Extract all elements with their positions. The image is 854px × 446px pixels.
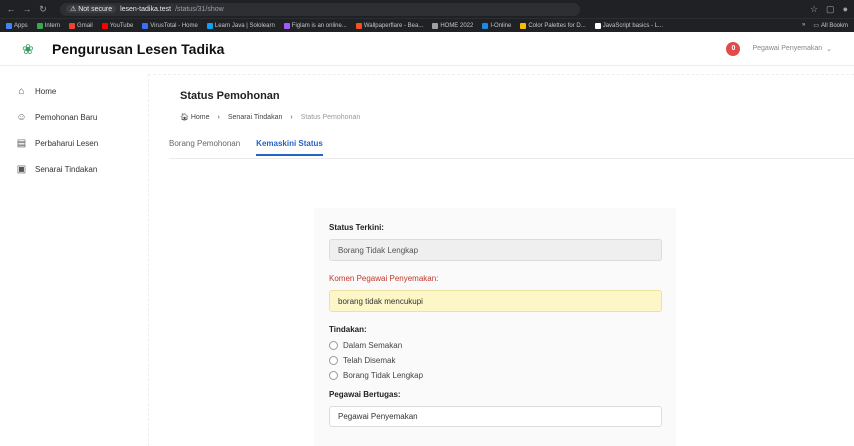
app-header: ❀ Pengurusan Lesen Tadika 0 Pegawai Peny… — [0, 32, 854, 66]
bookmark[interactable]: Figlam is an online... — [283, 22, 347, 29]
bookmark[interactable]: I-Online — [482, 22, 511, 29]
bookmark[interactable]: Apps — [6, 22, 28, 29]
bookmark[interactable]: HOME 2022 — [432, 22, 473, 29]
sidebar-item-label: Pemohonan Baru — [35, 112, 98, 122]
all-bookmarks[interactable]: ▭ All Bookm — [813, 22, 848, 30]
bookmark[interactable]: YouTube — [101, 22, 133, 29]
clipboard-icon: ▣ — [16, 163, 27, 175]
comment-field[interactable]: borang tidak mencukupi — [329, 290, 662, 312]
card-icon: ▤ — [16, 137, 27, 149]
home-icon: 🏠︎ — [180, 114, 189, 121]
folder-icon: ▭ — [813, 23, 819, 29]
tab-bar: Borang Pemohonan Kemaskini Status — [169, 139, 854, 159]
address-bar[interactable]: ⚠ Not secure lesen-tadika.test/status/31… — [60, 2, 580, 16]
tab-borang-pemohonan[interactable]: Borang Pemohonan — [169, 139, 240, 154]
app-title: Pengurusan Lesen Tadika — [52, 40, 225, 57]
more-bookmarks-icon[interactable]: » — [802, 22, 805, 29]
sidebar-item-pemohonan-baru[interactable]: ☺ Pemohonan Baru — [16, 104, 148, 130]
bookmark[interactable]: Intern — [36, 22, 60, 29]
notification-badge[interactable]: 0 — [726, 41, 741, 56]
sidebar-item-home[interactable]: ⌂ Home — [16, 78, 148, 104]
bookmarks-bar: Apps Intern Gmail YouTube VirusTotal - H… — [0, 18, 854, 32]
sidebar-item-senarai-tindakan[interactable]: ▣ Senarai Tindakan — [16, 156, 148, 182]
radio-borang-tidak-lengkap[interactable]: Borang Tidak Lengkap — [329, 368, 676, 383]
url-path: /status/31/show — [175, 5, 224, 13]
user-menu[interactable]: Pegawai Penyemakan ⌄ — [752, 45, 832, 53]
url-host: lesen-tadika.test — [120, 5, 172, 13]
breadcrumb: 🏠︎ Home › Senarai Tindakan › Status Pemo… — [180, 113, 854, 122]
sidebar-item-label: Home — [35, 86, 57, 96]
browser-toolbar: ← → ↻ ⚠ Not secure lesen-tadika.test/sta… — [0, 0, 854, 18]
radio-dalam-semakan[interactable]: Dalam Semakan — [329, 338, 676, 353]
breadcrumb-home[interactable]: 🏠︎ Home — [180, 113, 210, 121]
radio-button[interactable] — [329, 371, 338, 380]
extensions-icon[interactable]: ▢ — [826, 4, 835, 15]
sidebar-item-label: Perbaharui Lesen — [35, 138, 99, 148]
home-icon: ⌂ — [18, 85, 25, 97]
reload-icon[interactable]: ↻ — [38, 4, 48, 15]
profile-icon[interactable]: ● — [843, 4, 848, 15]
radio-button[interactable] — [329, 356, 338, 365]
breadcrumb-senarai-tindakan[interactable]: Senarai Tindakan — [228, 114, 282, 121]
status-form-panel: Status Terkini: Borang Tidak Lengkap Kom… — [314, 208, 676, 446]
bookmark[interactable]: Learn Java | Sololearn — [206, 22, 275, 29]
status-label: Status Terkini: — [329, 223, 384, 232]
content-area: Status Pemohonan 🏠︎ Home › Senarai Tinda… — [148, 66, 854, 446]
radio-telah-disemak[interactable]: Telah Disemak — [329, 353, 676, 368]
sidebar: ⌂ Home ☺ Pemohonan Baru ▤ Perbaharui Les… — [0, 66, 148, 446]
bookmark[interactable]: Gmail — [69, 22, 93, 29]
logo-icon: ❀ — [22, 40, 34, 57]
officer-label: Pegawai Bertugas: — [329, 390, 401, 399]
status-field: Borang Tidak Lengkap — [329, 239, 662, 261]
breadcrumb-current: Status Pemohonan — [300, 113, 361, 121]
comment-label: Komen Pegawai Penyemakan: — [329, 274, 439, 283]
security-badge[interactable]: ⚠ Not secure — [66, 5, 117, 13]
bookmark[interactable]: JavaScript basics - L... — [594, 22, 663, 29]
sidebar-item-label: Senarai Tindakan — [35, 164, 98, 174]
bookmark[interactable]: VirusTotal - Home — [142, 22, 198, 29]
officer-field[interactable]: Pegawai Penyemakan — [329, 406, 662, 427]
chevron-right-icon: › — [217, 113, 220, 121]
users-icon: ☺ — [16, 111, 27, 123]
tab-kemaskini-status[interactable]: Kemaskini Status — [256, 139, 323, 156]
chevron-down-icon: ⌄ — [826, 45, 832, 53]
sidebar-item-perbaharui-lesen[interactable]: ▤ Perbaharui Lesen — [16, 130, 148, 156]
chevron-right-icon: › — [290, 113, 293, 121]
forward-icon[interactable]: → — [22, 4, 32, 14]
action-label: Tindakan: — [329, 325, 367, 334]
radio-button[interactable] — [329, 341, 338, 350]
page-title: Status Pemohonan — [180, 90, 280, 102]
bookmark[interactable]: Color Palettes for D... — [520, 22, 586, 29]
star-icon[interactable]: ☆ — [810, 4, 818, 15]
back-icon[interactable]: ← — [6, 4, 16, 14]
bookmark[interactable]: Wallpaperflare - Bea... — [355, 22, 423, 29]
